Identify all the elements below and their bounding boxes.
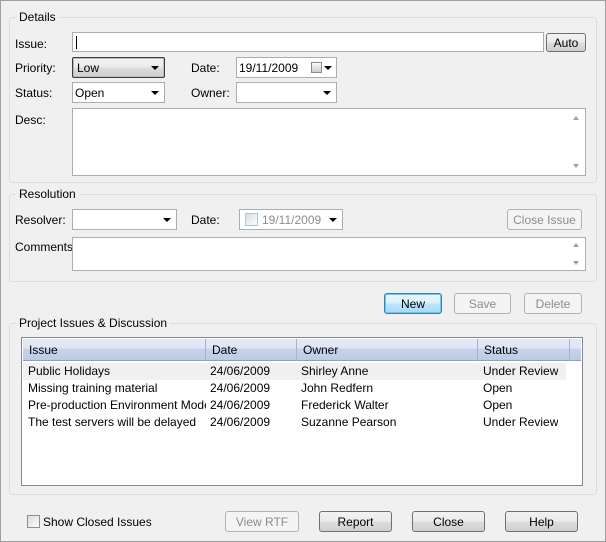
close-issue-button[interactable]: Close Issue — [507, 209, 582, 230]
desc-scrollbar[interactable] — [568, 109, 585, 175]
calendar-icon[interactable] — [311, 62, 322, 73]
priority-select[interactable]: Low — [72, 57, 165, 78]
delete-button[interactable]: Delete — [524, 293, 582, 314]
comments-label: Comments: — [15, 240, 77, 254]
chevron-down-icon — [329, 218, 337, 222]
cell-issue: Missing training material — [28, 381, 158, 395]
cell-date: 24/06/2009 — [210, 398, 271, 412]
cell-status: Open — [483, 398, 513, 412]
list-header: Issue Date Owner Status — [23, 339, 581, 361]
view-rtf-button[interactable]: View RTF — [225, 511, 299, 532]
close-button[interactable]: Close — [412, 511, 485, 532]
chevron-down-icon — [323, 91, 331, 95]
owner-select[interactable] — [236, 82, 337, 103]
issue-input[interactable] — [72, 32, 544, 52]
cell-issue: The test servers will be delayed — [28, 415, 197, 429]
report-button[interactable]: Report — [319, 511, 392, 532]
discussion-group-title: Project Issues & Discussion — [16, 316, 171, 330]
column-header-owner[interactable]: Owner — [297, 339, 478, 361]
resolution-date-picker[interactable]: 19/11/2009 — [239, 209, 343, 230]
issue-label: Issue: — [15, 37, 48, 51]
date-picker[interactable]: 19/11/2009 — [236, 57, 337, 78]
desc-label: Desc: — [15, 113, 46, 127]
text-caret — [76, 36, 77, 49]
column-header-date[interactable]: Date — [206, 339, 297, 361]
cell-date: 24/06/2009 — [210, 415, 271, 429]
table-row[interactable]: Public Holidays 24/06/2009 Shirley Anne … — [23, 363, 566, 380]
resolution-date-value: 19/11/2009 — [262, 213, 322, 227]
cell-issue: Public Holidays — [28, 364, 111, 378]
cell-status: Under Review — [483, 364, 559, 378]
priority-label: Priority: — [15, 61, 56, 75]
cell-issue: Pre-production Environment Model... — [28, 398, 206, 412]
table-row[interactable]: Missing training material 24/06/2009 Joh… — [23, 380, 566, 397]
issues-dialog: Details Issue: Auto Priority: Low Date: … — [0, 0, 606, 542]
status-value: Open — [75, 86, 105, 100]
chevron-down-icon — [151, 66, 159, 70]
date-value: 19/11/2009 — [239, 61, 299, 75]
show-closed-label[interactable]: Show Closed Issues — [43, 515, 152, 529]
cell-status: Under Review — [483, 415, 559, 429]
scroll-up-icon[interactable] — [573, 243, 579, 247]
scroll-up-icon[interactable] — [573, 116, 579, 120]
cell-date: 24/06/2009 — [210, 364, 271, 378]
resolution-date-checkbox[interactable] — [245, 213, 258, 226]
column-header-issue[interactable]: Issue — [23, 339, 206, 361]
cell-status: Open — [483, 381, 513, 395]
comments-scrollbar[interactable] — [568, 238, 585, 270]
priority-value: Low — [77, 61, 100, 75]
scroll-down-icon[interactable] — [573, 261, 579, 265]
comments-textarea[interactable] — [72, 237, 586, 271]
status-select[interactable]: Open — [72, 82, 165, 103]
resolution-date-label: Date: — [191, 213, 220, 227]
table-row[interactable]: Pre-production Environment Model... 24/0… — [23, 397, 566, 414]
help-button[interactable]: Help — [505, 511, 578, 532]
table-row[interactable]: The test servers will be delayed 24/06/2… — [23, 414, 566, 431]
resolution-group-title: Resolution — [16, 187, 79, 201]
details-group-title: Details — [16, 10, 59, 24]
resolver-select[interactable] — [72, 209, 177, 230]
column-header-status[interactable]: Status — [478, 339, 570, 361]
owner-label: Owner: — [191, 86, 230, 100]
status-label: Status: — [15, 86, 53, 100]
resolver-label: Resolver: — [15, 213, 66, 227]
issues-list[interactable]: Issue Date Owner Status Public Holidays … — [21, 337, 583, 486]
cell-date: 24/06/2009 — [210, 381, 271, 395]
chevron-down-icon — [324, 66, 332, 70]
cell-owner: John Redfern — [301, 381, 374, 395]
chevron-down-icon — [163, 218, 171, 222]
scroll-down-icon[interactable] — [573, 164, 579, 168]
cell-owner: Shirley Anne — [301, 364, 369, 378]
new-button[interactable]: New — [384, 293, 442, 314]
save-button[interactable]: Save — [454, 293, 511, 314]
show-closed-checkbox[interactable] — [27, 515, 40, 528]
cell-owner: Suzanne Pearson — [301, 415, 397, 429]
desc-textarea[interactable] — [72, 108, 586, 176]
auto-button[interactable]: Auto — [546, 33, 586, 52]
date-label: Date: — [191, 61, 220, 75]
chevron-down-icon — [151, 91, 159, 95]
cell-owner: Frederick Walter — [301, 398, 389, 412]
